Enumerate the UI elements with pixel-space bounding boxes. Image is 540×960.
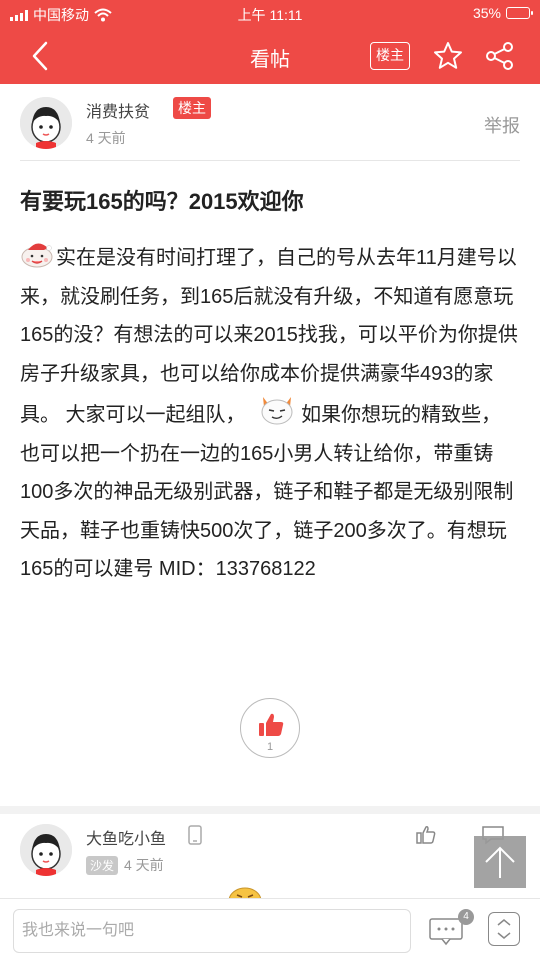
like-count: 1	[266, 741, 274, 753]
status-bar: 中国移动 上午 11:11 35%	[0, 0, 540, 28]
post-body: 实在是没有时间打理了，自己的号从去年11月建号以来，就没刷任务，到165后就没有…	[20, 238, 520, 589]
phone-icon	[188, 825, 202, 845]
post-title: 有要玩165的吗？2015欢迎你	[20, 189, 304, 214]
reply-author-name[interactable]: 大鱼吃小鱼	[86, 825, 166, 849]
comment-count-badge: 4	[458, 909, 474, 925]
floor-navigation-button[interactable]	[488, 912, 520, 946]
post-body-text-2: 如果你想玩的精致些，也可以把一个扔在一边的165小男人转让给你，带重铸100多次…	[20, 404, 514, 580]
nav-bar: 看帖 楼主	[0, 28, 540, 84]
report-button[interactable]: 举报	[484, 112, 520, 138]
floor-badge: 沙发	[86, 856, 119, 875]
post-time: 4 天前	[86, 130, 126, 146]
like-button[interactable]: 1	[240, 698, 300, 758]
avatar-illustration	[20, 97, 72, 149]
only-owner-button[interactable]: 楼主	[370, 42, 410, 70]
comment-input[interactable]	[13, 909, 411, 953]
grinning-hat-emoji-icon	[21, 243, 53, 268]
author-name[interactable]: 消费扶贫	[86, 98, 150, 122]
share-icon[interactable]	[484, 40, 516, 72]
battery-icon	[506, 7, 533, 19]
clock: 上午 11:11	[237, 7, 303, 23]
thumbs-up-icon	[259, 713, 284, 736]
thumbs-up-outline-icon[interactable]	[415, 824, 437, 846]
reply-time: 4 天前	[124, 857, 164, 873]
smirk-cat-emoji-icon	[261, 397, 293, 425]
avatar-illustration	[20, 824, 72, 876]
section-separator	[0, 806, 540, 814]
scroll-to-top-button[interactable]	[474, 836, 526, 888]
star-outline-icon[interactable]	[432, 40, 464, 72]
author-avatar[interactable]	[20, 97, 72, 149]
status-right: 35%	[472, 5, 533, 21]
divider	[20, 160, 520, 161]
owner-badge: 楼主	[173, 97, 211, 119]
bottom-bar: 4	[0, 898, 540, 960]
battery-percent: 35%	[472, 5, 501, 21]
arrow-up-icon	[485, 846, 515, 878]
up-down-arrows-icon	[497, 919, 511, 939]
reply-avatar[interactable]	[20, 824, 72, 876]
